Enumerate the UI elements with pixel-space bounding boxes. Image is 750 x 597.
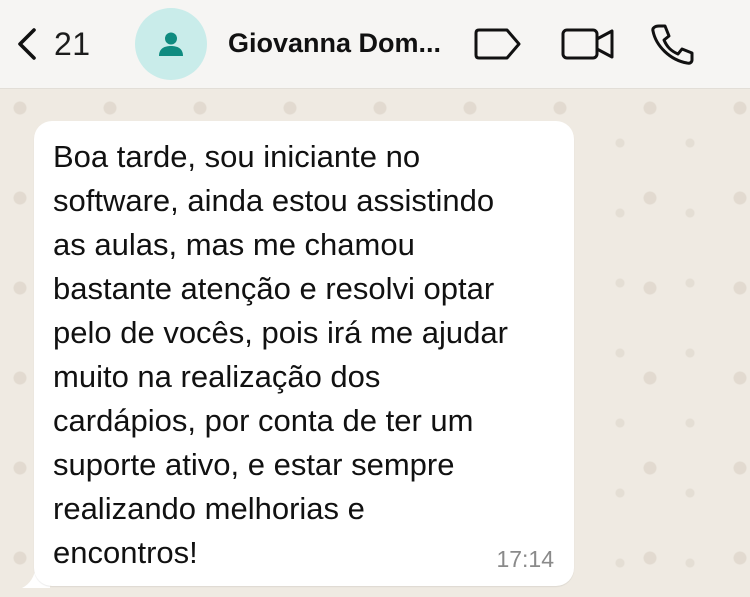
message-line: as aulas, mas me chamou xyxy=(53,227,415,262)
avatar[interactable] xyxy=(135,8,207,80)
message-line: cardápios, por conta de ter um xyxy=(53,403,474,438)
unread-count: 21 xyxy=(54,25,91,62)
contact-name[interactable]: Giovanna Dom... xyxy=(228,28,458,59)
message-line: Boa tarde, sou iniciante no xyxy=(53,139,421,174)
message-line: software, ainda estou assistindo xyxy=(53,183,495,218)
message-text: Boa tarde, sou iniciante no software, ai… xyxy=(53,135,568,575)
label-tag-icon xyxy=(474,28,521,60)
message-line: realizando melhorias e xyxy=(53,491,365,526)
video-camera-icon xyxy=(561,28,614,60)
message-line: pelo de vocês, pois irá me ajudar xyxy=(53,315,508,350)
message-timestamp: 17:14 xyxy=(496,546,554,572)
video-call-button[interactable] xyxy=(558,22,618,66)
voice-call-button[interactable] xyxy=(648,22,696,66)
back-button[interactable]: 21 xyxy=(14,24,104,64)
message-line: encontros! xyxy=(53,535,198,570)
message-line: bastante atenção e resolvi optar xyxy=(53,271,495,306)
label-button[interactable] xyxy=(472,22,524,66)
message-line: muito na realização dos xyxy=(53,359,381,394)
chat-header: 21 Giovanna Dom... xyxy=(0,0,750,89)
message-bubble[interactable]: Boa tarde, sou iniciante no software, ai… xyxy=(34,121,574,586)
phone-icon xyxy=(651,24,694,65)
chevron-left-icon xyxy=(18,28,36,60)
person-icon xyxy=(159,32,183,56)
message-line: suporte ativo, e estar sempre xyxy=(53,447,455,482)
